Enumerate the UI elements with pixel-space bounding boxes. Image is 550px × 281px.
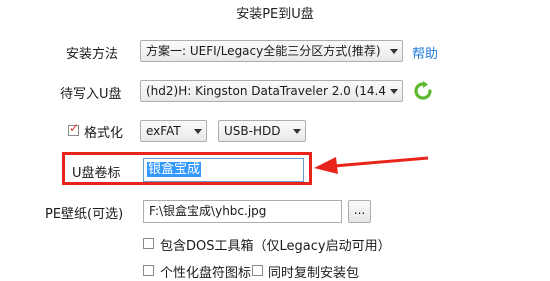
volume-label-label: U盘卷标	[72, 166, 121, 181]
browse-button[interactable]: ...	[348, 200, 371, 223]
filesystem-value: exFAT	[146, 124, 181, 138]
pe-wallpaper-input[interactable]: F:\银盒宝成\yhbc.jpg	[143, 200, 342, 223]
chevron-down-icon	[293, 129, 301, 134]
copy-installer-checkbox[interactable]	[252, 265, 263, 276]
custom-drive-icon-checkbox[interactable]	[143, 265, 154, 276]
boot-mode-value: USB-HDD	[224, 124, 281, 138]
dos-toolbox-label: 包含DOS工具箱（仅Legacy启动可用）	[160, 239, 391, 254]
format-label: 格式化	[84, 126, 124, 141]
refresh-icon[interactable]	[413, 81, 433, 101]
target-drive-value: (hd2)H: Kingston DataTraveler 2.0 (14.4G	[146, 84, 386, 98]
filesystem-select[interactable]: exFAT	[140, 120, 207, 142]
help-link[interactable]: 帮助	[412, 43, 438, 62]
chevron-down-icon	[390, 49, 398, 54]
install-method-value: 方案一: UEFI/Legacy全能三分区方式(推荐)	[146, 44, 381, 58]
format-checkbox[interactable]: ✓	[68, 121, 79, 136]
target-drive-label: 待写入U盘	[60, 87, 122, 102]
check-icon: ✓	[69, 121, 80, 135]
boot-mode-select[interactable]: USB-HDD	[218, 120, 306, 142]
red-arrow-annotation	[314, 156, 429, 174]
volume-label-value: 银盒宝成	[147, 162, 202, 177]
volume-label-input[interactable]: 银盒宝成	[143, 158, 304, 182]
window-title: 安装PE到U盘	[236, 7, 314, 22]
custom-drive-icon-label: 个性化盘符图标	[160, 266, 252, 281]
chevron-down-icon	[194, 129, 202, 134]
pe-wallpaper-label: PE壁纸(可选)	[45, 207, 124, 222]
dos-toolbox-checkbox[interactable]	[143, 238, 154, 249]
chevron-down-icon	[390, 89, 398, 94]
copy-installer-label: 同时复制安装包	[268, 266, 360, 281]
target-drive-select[interactable]: (hd2)H: Kingston DataTraveler 2.0 (14.4G	[140, 80, 403, 102]
install-method-select[interactable]: 方案一: UEFI/Legacy全能三分区方式(推荐)	[140, 40, 403, 62]
install-method-label: 安装方法	[66, 47, 119, 62]
